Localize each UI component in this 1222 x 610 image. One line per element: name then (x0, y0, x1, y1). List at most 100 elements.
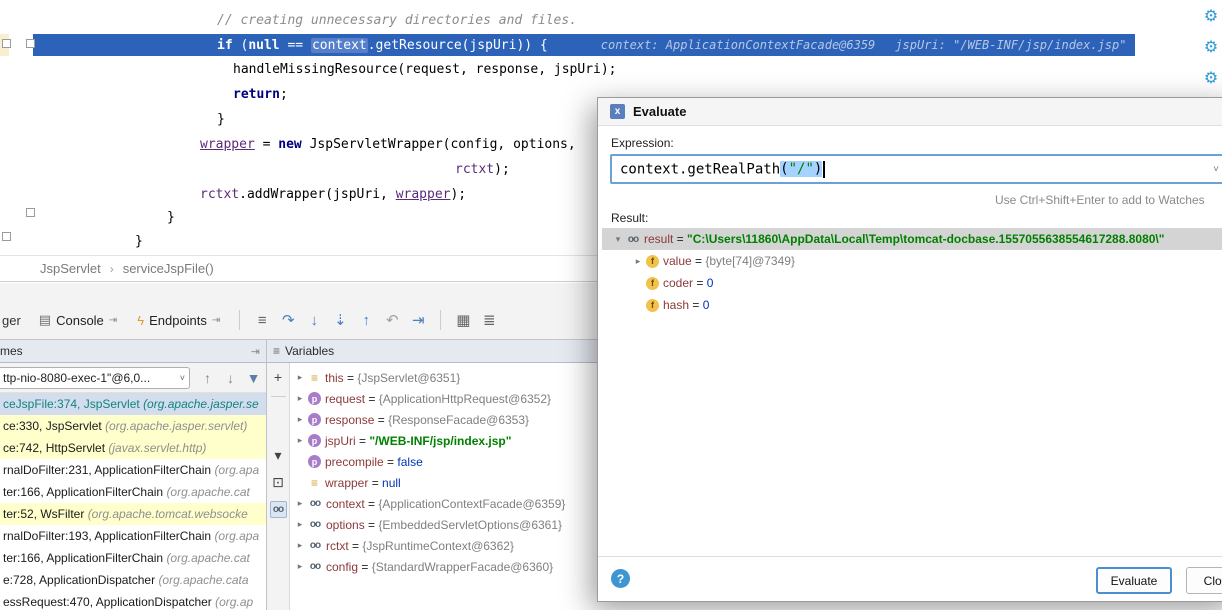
paren-open: ( (780, 161, 788, 177)
drop-frame-icon[interactable]: ↶ (379, 311, 405, 329)
variable-row[interactable]: ▸ooconfig = {StandardWrapperFacade@6360} (290, 556, 597, 577)
variable-row[interactable]: ▸oocontext = {ApplicationContextFacade@6… (290, 493, 597, 514)
watch-icon: oo (307, 540, 323, 551)
chevron-down-icon[interactable]: ˅ (1213, 164, 1219, 175)
frame-row[interactable]: ter:52, WsFilter (org.apache.tomcat.webs… (0, 503, 266, 525)
thread-selector[interactable]: ttp-nio-8080-exec-1"@6,0... ˅ (0, 367, 190, 389)
parameter-icon: p (308, 413, 321, 426)
jump-arrow-icon: ⇥ (212, 315, 220, 326)
fold-marker[interactable] (26, 39, 35, 48)
result-row[interactable]: ▾ooresult = "C:\Users\11860\AppData\Loca… (602, 228, 1222, 250)
chevron-right-icon[interactable]: ▸ (294, 414, 306, 425)
dialog-titlebar[interactable]: x Evaluate (598, 98, 1222, 126)
dialog-title: Evaluate (633, 104, 686, 119)
frame-row[interactable]: ce:330, JspServlet (org.apache.jasper.se… (0, 415, 266, 437)
parameter-icon: p (308, 434, 321, 447)
chevron-right-icon[interactable]: ▸ (294, 561, 306, 572)
ide-window: // creating unnecessary directories and … (0, 0, 1222, 610)
view-options-icon[interactable]: ▦ (450, 311, 476, 329)
field-icon: f (646, 299, 659, 312)
chevron-icon[interactable]: ▸ (632, 256, 644, 267)
run-to-cursor-icon[interactable]: ⇥ (405, 311, 431, 329)
toolbar-separator (271, 396, 286, 397)
result-row[interactable]: ▸fvalue = {byte[74]@7349} (602, 250, 1222, 272)
fold-marker[interactable] (2, 39, 11, 48)
variable-row[interactable]: ▸oorctxt = {JspRuntimeContext@6362} (290, 535, 597, 556)
code-line: } (167, 207, 175, 229)
evaluate-button[interactable]: Evaluate (1096, 567, 1172, 594)
frame-row[interactable]: ter:166, ApplicationFilterChain (org.apa… (0, 481, 266, 503)
watches-hint: Use Ctrl+Shift+Enter to add to Watches (995, 193, 1205, 207)
frame-row[interactable]: ceJspFile:374, JspServlet (org.apache.ja… (0, 393, 266, 415)
variable-row[interactable]: ≡wrapper = null (290, 472, 597, 493)
watch-icon: oo (307, 561, 323, 572)
tab-console-label: Console (56, 313, 104, 328)
dialog-footer: ? Evaluate Close (598, 556, 1222, 601)
variable-row[interactable]: ▸presponse = {ResponseFacade@6353} (290, 409, 597, 430)
layout-settings-icon[interactable]: ≣ (476, 311, 502, 329)
chevron-right-icon[interactable]: ▸ (294, 435, 306, 446)
frames-list: ceJspFile:374, JspServlet (org.apache.ja… (0, 393, 266, 610)
frame-row[interactable]: ce:742, HttpServlet (javax.servlet.http) (0, 437, 266, 459)
frames-panel-title: mes (0, 344, 23, 358)
result-row[interactable]: fhash = 0 (602, 294, 1222, 316)
evaluate-dialog: x Evaluate Expression: context.getRealPa… (597, 97, 1222, 602)
code-line: return; (233, 84, 288, 106)
value-icon: ≡ (308, 371, 321, 385)
evaluate-dialog-icon: x (610, 104, 625, 119)
next-frame-icon[interactable]: ↓ (219, 370, 242, 386)
close-button[interactable]: Close (1186, 567, 1222, 594)
tab-debugger-cut[interactable]: ger (0, 313, 29, 328)
force-step-into-icon[interactable]: ⇣ (327, 311, 353, 329)
variable-row[interactable]: ▸oooptions = {EmbeddedServletOptions@636… (290, 514, 597, 535)
variable-row[interactable]: pprecompile = false (290, 451, 597, 472)
frame-row[interactable]: ter:166, ApplicationFilterChain (org.apa… (0, 547, 266, 569)
value-icon: ≡ (308, 476, 321, 490)
paren-close: ) (814, 161, 822, 177)
chevron-right-icon[interactable]: ▸ (294, 498, 306, 509)
chevron-right-icon[interactable]: ▸ (294, 393, 306, 404)
breadcrumb-separator-icon: › (110, 262, 114, 276)
fold-marker[interactable] (2, 232, 11, 241)
add-watch-button[interactable]: + (270, 369, 287, 386)
settings-menu-icon[interactable]: ≡ (249, 312, 275, 329)
expression-input[interactable]: context.getRealPath("/") ˅ (610, 154, 1222, 184)
evaluate-watch-icon[interactable]: oo (270, 501, 287, 518)
chevron-down-icon: ˅ (180, 373, 185, 383)
chevron-right-icon[interactable]: ▸ (294, 519, 306, 530)
tab-endpoints-label: Endpoints (149, 313, 207, 328)
step-out-icon[interactable]: ↑ (353, 312, 379, 329)
chevron-icon[interactable]: ▾ (612, 234, 624, 245)
chevron-right-icon[interactable]: ▸ (294, 372, 306, 383)
help-icon[interactable]: ? (611, 569, 630, 588)
menu-icon: ≡ (273, 344, 280, 358)
result-label: Result: (611, 211, 648, 225)
code-line: handleMissingResource(request, response,… (233, 59, 617, 81)
variable-row[interactable]: ▸pjspUri = "/WEB-INF/jsp/index.jsp" (290, 430, 597, 451)
tab-console[interactable]: ▤ Console ⇥ (29, 306, 127, 334)
variable-row[interactable]: ▸prequest = {ApplicationHttpRequest@6352… (290, 388, 597, 409)
step-into-icon[interactable]: ↓ (301, 312, 327, 329)
thread-selector-value: ttp-nio-8080-exec-1"@6,0... (3, 371, 180, 385)
expression-string: "/" (789, 161, 814, 177)
prev-frame-icon[interactable]: ↑ (196, 370, 219, 386)
frame-row[interactable]: rnalDoFilter:231, ApplicationFilterChain… (0, 459, 266, 481)
panel-arrow-icon[interactable]: ⇥ (251, 345, 260, 358)
code-line: wrapper = new JspServletWrapper(config, … (200, 134, 576, 156)
breadcrumb-class[interactable]: JspServlet (40, 261, 101, 276)
fold-marker[interactable] (26, 208, 35, 217)
field-icon: f (646, 255, 659, 268)
filter-icon[interactable]: ▼ (242, 370, 265, 386)
result-row[interactable]: fcoder = 0 (602, 272, 1222, 294)
chevron-right-icon[interactable]: ▸ (294, 540, 306, 551)
step-over-icon[interactable]: ↷ (275, 311, 301, 329)
frame-row[interactable]: rnalDoFilter:193, ApplicationFilterChain… (0, 525, 266, 547)
copy-icon[interactable]: ⊡ (270, 474, 287, 491)
breadcrumb-method[interactable]: serviceJspFile() (123, 261, 214, 276)
tab-endpoints[interactable]: ϟ Endpoints ⇥ (127, 307, 230, 334)
frame-row[interactable]: e:728, ApplicationDispatcher (org.apache… (0, 569, 266, 591)
variable-row[interactable]: ▸≡this = {JspServlet@6351} (290, 367, 597, 388)
frame-row[interactable]: essRequest:470, ApplicationDispatcher (o… (0, 591, 266, 610)
chevron-down-icon[interactable]: ▾ (270, 447, 287, 464)
code-line: } (217, 109, 225, 131)
